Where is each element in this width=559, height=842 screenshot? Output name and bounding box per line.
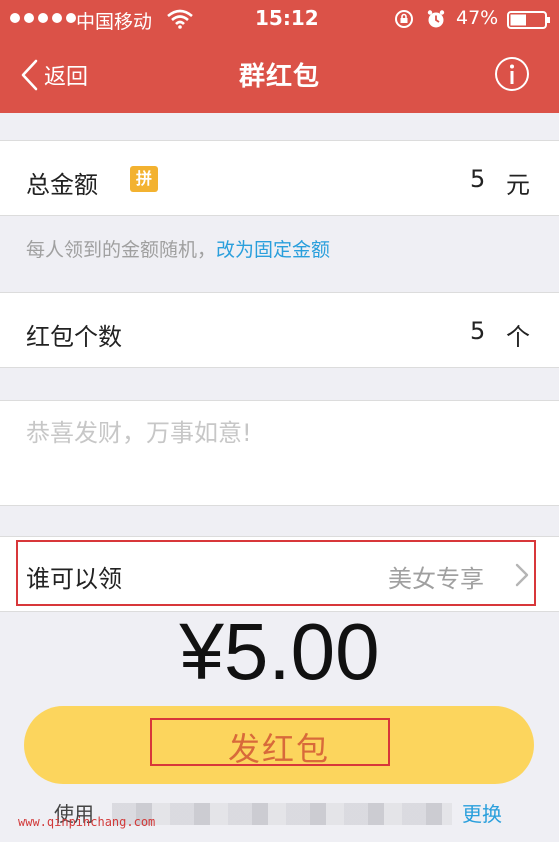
status-time: 15:12 [255,6,319,30]
who-can-claim-row[interactable]: 谁可以领 美女专享 [0,536,559,612]
chevron-right-icon [515,563,529,587]
status-bar: 中国移动 15:12 47% [0,0,559,40]
packet-count-value[interactable]: 5 [470,317,485,345]
total-amount-row[interactable]: 总金额 拼 5 元 [0,140,559,216]
total-amount-value[interactable]: 5 [470,165,485,193]
change-link[interactable]: 更换 [462,798,502,827]
battery-icon [507,11,550,29]
blurred-text [112,803,452,825]
total-display: ¥5.00 [179,607,380,696]
alarm-icon [427,10,445,28]
page-title: 群红包 [238,62,320,92]
info-icon[interactable] [494,56,530,92]
signal-icon [10,13,76,23]
orientation-lock-icon [395,10,413,28]
greeting-box [0,400,559,506]
greeting-input[interactable] [24,411,528,495]
send-button-label: 发红包 [227,730,330,768]
battery-percent: 47% [456,7,499,29]
packet-count-unit: 个 [506,323,530,351]
watermark: www.qinpinchang.com [18,815,156,829]
random-badge: 拼 [130,166,158,192]
send-red-packet-button[interactable]: 发红包 [24,706,534,784]
wifi-icon [167,9,193,29]
packet-count-row[interactable]: 红包个数 5 个 [0,292,559,368]
carrier-name: 中国移动 [76,11,153,33]
packet-count-label: 红包个数 [26,323,122,351]
who-can-claim-value: 美女专享 [388,565,484,593]
fixed-amount-link[interactable]: 改为固定金额 [216,239,330,261]
amount-hint-text: 每人领到的金额随机， [26,239,217,261]
amount-hint: 每人领到的金额随机，改为固定金额 [26,235,330,262]
nav-header: 中国移动 15:12 47% 返回 群红包 [0,0,559,113]
total-amount-label: 总金额 [26,171,98,199]
who-can-claim-label: 谁可以领 [26,565,122,593]
total-amount-unit: 元 [506,171,530,199]
